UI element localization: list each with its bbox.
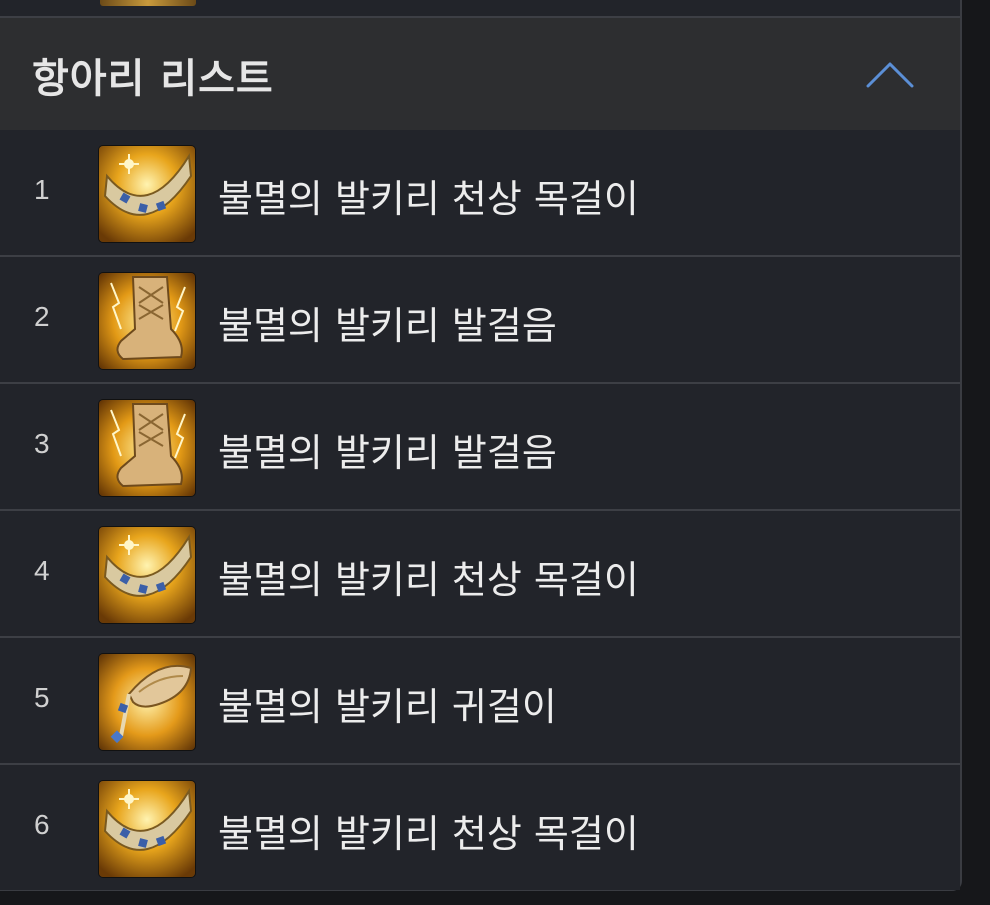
item-name: 불멸의 발키리 천상 목걸이: [218, 558, 639, 602]
pot-list-panel: 항아리 리스트 1 불멸의 발키리 천상 목걸이 2 불멸의 발키리 발걸음 3…: [0, 0, 962, 891]
boots-icon: [99, 273, 195, 369]
list-item[interactable]: 1 불멸의 발키리 천상 목걸이: [0, 130, 960, 257]
list-item[interactable]: 3 불멸의 발키리 발걸음: [0, 384, 960, 511]
item-list: 1 불멸의 발키리 천상 목걸이 2 불멸의 발키리 발걸음 3 불멸의 발키리…: [0, 130, 960, 890]
item-name: 불멸의 발키리 천상 목걸이: [218, 812, 639, 856]
list-item[interactable]: 5 불멸의 발키리 귀걸이: [0, 638, 960, 765]
item-name: 불멸의 발키리 발걸음: [218, 431, 557, 475]
necklace-icon: [99, 527, 195, 623]
collapse-button[interactable]: [858, 50, 922, 98]
list-item[interactable]: 4 불멸의 발키리 천상 목걸이: [0, 511, 960, 638]
necklace-icon: [99, 781, 195, 877]
pot-list-header[interactable]: 항아리 리스트: [0, 18, 960, 132]
necklace-icon: [99, 146, 195, 242]
item-name: 불멸의 발키리 귀걸이: [218, 685, 557, 729]
previous-section-row: [0, 0, 960, 18]
chevron-up-icon: [866, 62, 914, 88]
item-name: 불멸의 발키리 발걸음: [218, 304, 557, 348]
item-rank: 4: [34, 555, 50, 586]
item-name: 불멸의 발키리 천상 목걸이: [218, 177, 639, 221]
boots-icon: [99, 400, 195, 496]
item-rank: 6: [34, 809, 50, 840]
section-title: 항아리 리스트: [32, 56, 274, 102]
list-item[interactable]: 2 불멸의 발키리 발걸음: [0, 257, 960, 384]
previous-item-thumbnail: [100, 0, 196, 6]
item-rank: 1: [34, 174, 50, 205]
item-rank: 5: [34, 682, 50, 713]
item-rank: 3: [34, 428, 50, 459]
list-item[interactable]: 6 불멸의 발키리 천상 목걸이: [0, 765, 960, 890]
earring-icon: [99, 654, 195, 750]
item-rank: 2: [34, 301, 50, 332]
